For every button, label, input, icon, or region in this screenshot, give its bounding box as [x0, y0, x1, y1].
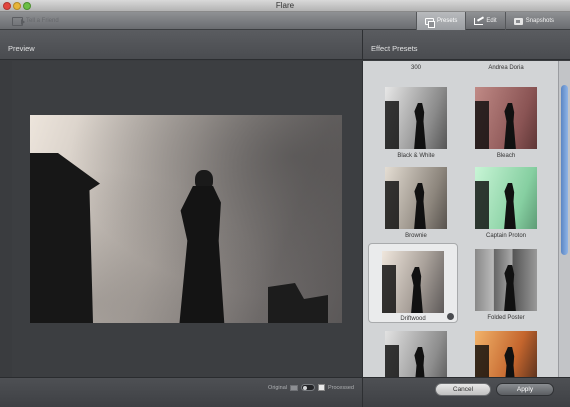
toolbar: Tell a Friend Presets Edit Snapshots: [0, 12, 570, 30]
preset-label: Bleach: [496, 153, 516, 159]
preset-label: Black & White: [397, 153, 435, 159]
original-label: Original: [268, 384, 287, 391]
presets-icon: [425, 17, 435, 28]
snapshots-icon: [513, 17, 523, 25]
preset-options-icon[interactable]: [447, 313, 454, 320]
preset-item[interactable]: [371, 331, 461, 377]
preset-andrea-doria[interactable]: Andrea Doria: [461, 61, 551, 79]
original-icon: [290, 384, 298, 391]
action-bar: Cancel Apply: [362, 377, 570, 407]
preview-bottom-bar: Original Processed: [0, 377, 362, 407]
processed-checkbox[interactable]: [318, 384, 325, 391]
preset-folded-poster[interactable]: Folded Poster: [461, 249, 551, 329]
preset-label: 300: [410, 65, 421, 71]
title-bar: Flare: [0, 0, 570, 12]
preset-bleach[interactable]: Bleach: [461, 87, 551, 167]
scrollbar-thumb[interactable]: [561, 85, 568, 255]
share-icon: [12, 16, 25, 26]
processed-label: Processed: [328, 384, 354, 391]
preset-thumbnail: [475, 87, 537, 149]
preset-label: Andrea Doria: [488, 65, 524, 71]
mode-tabs: Presets Edit Snapshots: [416, 12, 562, 30]
edit-icon: [474, 17, 484, 25]
presets-scrollbar[interactable]: [558, 61, 570, 377]
preset-brownie[interactable]: Brownie: [371, 167, 461, 247]
compare-toggle[interactable]: [301, 384, 315, 391]
preset-label: Captain Proton: [485, 233, 527, 239]
preset-label: Folded Poster: [487, 315, 525, 321]
preset-thumbnail: [385, 167, 447, 229]
statue-silhouette: [175, 170, 231, 323]
preset-black-white[interactable]: Black & White: [371, 87, 461, 167]
preset-thumbnail: [382, 251, 444, 313]
tab-snapshots[interactable]: Snapshots: [504, 12, 562, 30]
presets-grid: 300 Andrea Doria Black & White Bleach Br…: [362, 61, 558, 377]
compare-controls: Original Processed: [268, 384, 354, 391]
preset-thumbnail: [385, 331, 447, 377]
preset-thumbnail: [475, 167, 537, 229]
preset-captain-proton[interactable]: Captain Proton: [461, 167, 551, 247]
preset-label: Brownie: [405, 233, 427, 239]
cancel-button[interactable]: Cancel: [435, 383, 491, 396]
presets-header: Effect Presets: [362, 30, 570, 60]
apply-button[interactable]: Apply: [496, 383, 554, 396]
share-label: Tell a Friend: [26, 18, 59, 24]
window-title: Flare: [275, 1, 295, 10]
preset-300[interactable]: 300: [371, 61, 461, 79]
preview-header: Preview: [0, 30, 362, 60]
presets-title: Effect Presets: [371, 44, 418, 53]
tab-presets[interactable]: Presets: [416, 12, 466, 30]
preview-title: Preview: [8, 44, 35, 53]
preview-image: [30, 115, 342, 323]
preset-driftwood[interactable]: Driftwood: [368, 243, 458, 323]
share-button[interactable]: Tell a Friend: [12, 15, 59, 27]
tab-presets-label: Presets: [437, 18, 458, 24]
preset-thumbnail: [385, 87, 447, 149]
preset-thumbnail: [475, 249, 537, 311]
building-silhouette-right: [268, 283, 328, 323]
preset-label: Driftwood: [400, 316, 426, 322]
tab-snapshots-label: Snapshots: [525, 18, 555, 24]
building-silhouette-left: [30, 153, 100, 323]
preset-item[interactable]: [461, 331, 551, 377]
tab-edit-label: Edit: [486, 18, 497, 24]
tab-edit[interactable]: Edit: [465, 12, 504, 30]
preset-thumbnail: [475, 331, 537, 377]
